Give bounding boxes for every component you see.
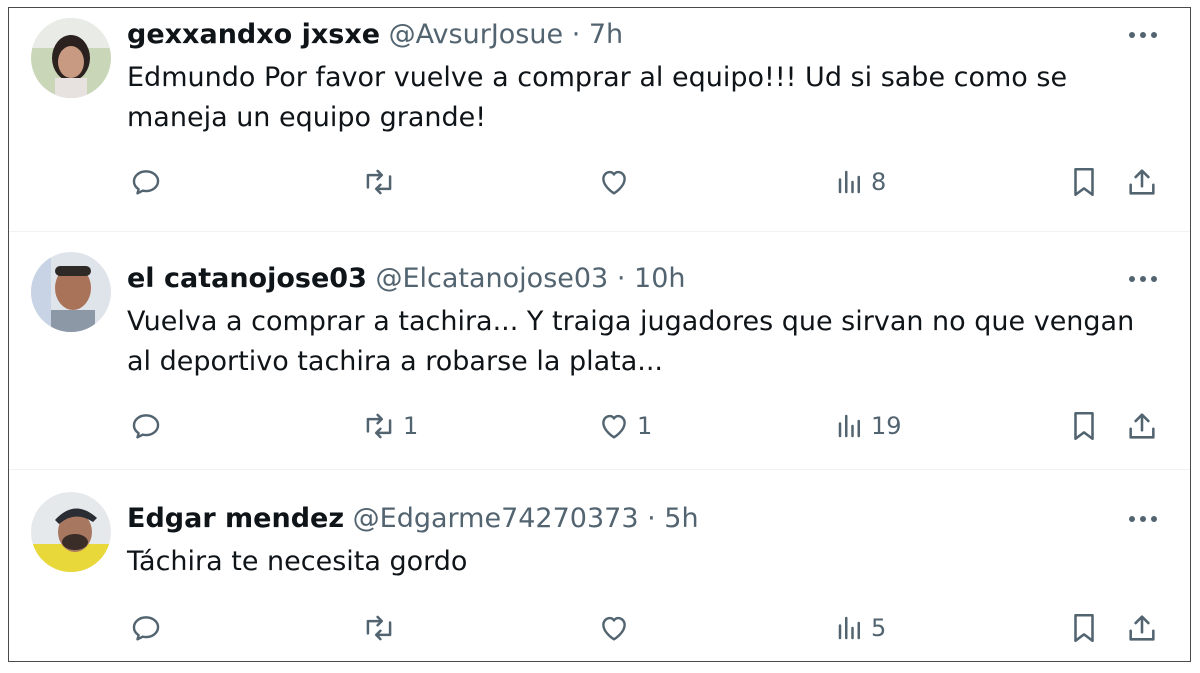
retweet-count: 1 xyxy=(403,412,419,440)
reply-button[interactable] xyxy=(129,406,169,446)
retweet-button[interactable] xyxy=(361,608,403,648)
share-icon xyxy=(1129,169,1155,195)
tweet-reply[interactable]: Edgar mendez @Edgarme74270373 · 5h Táchi… xyxy=(9,470,1190,661)
display-name[interactable]: el catanojose03 xyxy=(127,263,367,294)
share-icon xyxy=(1129,615,1155,641)
separator-dot: · xyxy=(616,263,626,294)
tweet-reply[interactable]: el catanojose03 @Elcatanojose03 · 10h Vu… xyxy=(9,232,1190,470)
more-icon[interactable] xyxy=(1126,506,1160,532)
views-count: 19 xyxy=(871,412,902,440)
heart-icon xyxy=(602,170,626,195)
avatar[interactable] xyxy=(31,492,111,572)
separator-dot: · xyxy=(647,503,656,534)
share-icon xyxy=(1129,413,1155,439)
views-count: 5 xyxy=(871,614,887,642)
tweet-text: Táchira te necesita gordo xyxy=(127,546,468,577)
user-handle[interactable]: @Elcatanojose03 xyxy=(375,263,608,294)
like-button[interactable] xyxy=(597,162,637,202)
user-handle[interactable]: @AvsurJosue xyxy=(389,19,563,50)
retweet-button[interactable] xyxy=(361,162,403,202)
heart-icon xyxy=(602,414,626,439)
reply-icon xyxy=(132,616,160,641)
replies-panel: gexxandxo jxsxe @AvsurJosue · 7h Edmundo… xyxy=(8,7,1191,662)
action-bar: 1 1 19 xyxy=(9,406,1190,446)
views-icon xyxy=(838,616,860,640)
retweet-icon xyxy=(366,615,392,641)
reply-icon xyxy=(132,414,160,439)
views-count: 8 xyxy=(871,168,887,196)
bookmark-button[interactable] xyxy=(1069,406,1099,446)
reply-icon xyxy=(132,170,160,195)
views-icon xyxy=(838,414,860,438)
share-button[interactable] xyxy=(1125,608,1159,648)
views-button[interactable]: 19 xyxy=(835,406,902,446)
timestamp[interactable]: 5h xyxy=(664,503,698,534)
avatar[interactable] xyxy=(31,252,111,332)
bookmark-icon xyxy=(1074,613,1094,643)
display-name[interactable]: gexxandxo jxsxe xyxy=(127,19,380,50)
views-button[interactable]: 5 xyxy=(835,608,886,648)
like-button[interactable] xyxy=(597,608,637,648)
share-button[interactable] xyxy=(1125,406,1159,446)
user-handle[interactable]: @Edgarme74270373 xyxy=(353,503,639,534)
reply-button[interactable] xyxy=(129,608,169,648)
separator-dot: · xyxy=(571,19,581,50)
reply-button[interactable] xyxy=(129,162,169,202)
bookmark-button[interactable] xyxy=(1069,608,1099,648)
timestamp[interactable]: 10h xyxy=(634,263,685,294)
tweet-text: Vuelva a comprar a tachira... Y traiga j… xyxy=(127,306,1135,377)
tweet-header: gexxandxo jxsxe @AvsurJosue · 7h xyxy=(127,18,1120,52)
like-button[interactable]: 1 xyxy=(597,406,652,446)
bookmark-icon xyxy=(1074,411,1094,441)
more-icon[interactable] xyxy=(1126,266,1160,292)
views-icon xyxy=(838,170,860,194)
like-count: 1 xyxy=(637,412,653,440)
bookmark-button[interactable] xyxy=(1069,162,1099,202)
more-icon[interactable] xyxy=(1126,22,1160,48)
tweet-reply[interactable]: gexxandxo jxsxe @AvsurJosue · 7h Edmundo… xyxy=(9,8,1190,232)
retweet-icon xyxy=(366,169,392,195)
retweet-icon xyxy=(366,413,392,439)
action-bar: 8 xyxy=(9,162,1190,202)
timestamp[interactable]: 7h xyxy=(589,19,623,50)
action-bar: 5 xyxy=(9,608,1190,648)
heart-icon xyxy=(602,616,626,641)
tweet-text: Edmundo Por favor vuelve a comprar al eq… xyxy=(127,62,1068,133)
display-name[interactable]: Edgar mendez xyxy=(127,503,344,534)
views-button[interactable]: 8 xyxy=(835,162,886,202)
retweet-button[interactable]: 1 xyxy=(361,406,418,446)
tweet-header: Edgar mendez @Edgarme74270373 · 5h xyxy=(127,502,1120,536)
bookmark-icon xyxy=(1074,167,1094,197)
share-button[interactable] xyxy=(1125,162,1159,202)
avatar[interactable] xyxy=(31,18,111,98)
tweet-header: el catanojose03 @Elcatanojose03 · 10h xyxy=(127,262,1120,296)
